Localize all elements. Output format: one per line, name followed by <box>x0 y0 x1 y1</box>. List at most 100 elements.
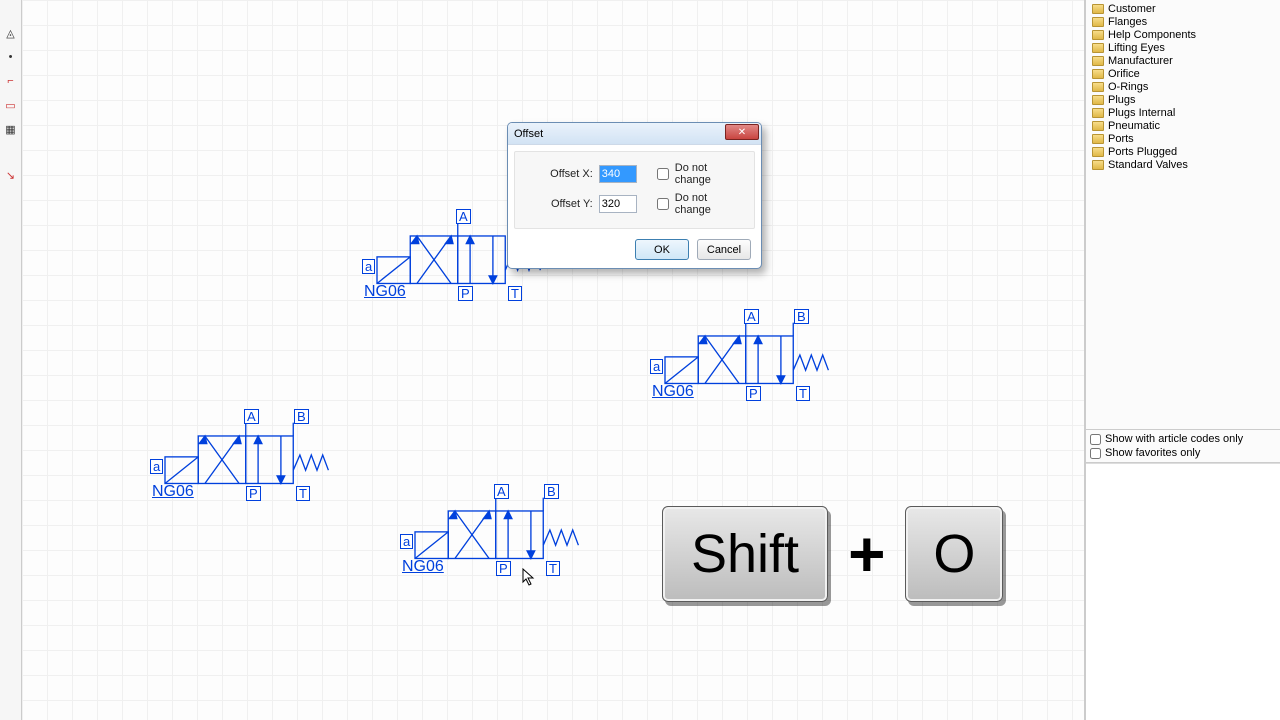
folder-icon <box>1092 95 1104 105</box>
symbol-label: a <box>150 459 163 474</box>
folder-icon <box>1092 108 1104 118</box>
tree-item-label: Pneumatic <box>1108 120 1160 132</box>
tree-item-label: Manufacturer <box>1108 55 1173 67</box>
tree-item[interactable]: Pneumatic <box>1090 119 1276 132</box>
ok-button[interactable]: OK <box>635 239 689 260</box>
symbol-label: T <box>508 286 522 301</box>
tree-item[interactable]: Flanges <box>1090 15 1276 28</box>
cancel-button[interactable]: Cancel <box>697 239 751 260</box>
folder-icon <box>1092 69 1104 79</box>
filter-favorites-label: Show favorites only <box>1105 447 1200 459</box>
symbol-label: NG06 <box>152 483 194 501</box>
symbol-label: a <box>362 259 375 274</box>
offset-x-nochange-label: Do not change <box>675 162 744 186</box>
folder-icon <box>1092 4 1104 14</box>
symbol-label: P <box>496 561 511 576</box>
filter-favorites-checkbox[interactable] <box>1090 448 1101 459</box>
dialog-title: Offset <box>514 128 543 140</box>
valve-symbol[interactable]: A Ba P T NG06 <box>146 407 336 502</box>
folder-icon <box>1092 82 1104 92</box>
tree-item[interactable]: Lifting Eyes <box>1090 41 1276 54</box>
tool-icon[interactable]: ▦ <box>3 121 19 137</box>
filter-box: Show with article codes only Show favori… <box>1086 429 1280 463</box>
symbol-label: P <box>246 486 261 501</box>
symbol-label: a <box>650 359 663 374</box>
offset-y-input[interactable] <box>599 195 637 213</box>
offset-x-label: Offset X: <box>525 168 593 180</box>
tool-icon[interactable]: ◬ <box>3 25 19 41</box>
tree-item-label: Orifice <box>1108 68 1140 80</box>
folder-icon <box>1092 56 1104 66</box>
symbol-label: P <box>458 286 473 301</box>
tree-item-label: Help Components <box>1108 29 1196 41</box>
offset-x-nochange-checkbox[interactable] <box>657 168 669 180</box>
offset-x-input[interactable] <box>599 165 637 183</box>
symbol-label: P <box>746 386 761 401</box>
offset-y-nochange-label: Do not change <box>675 192 744 216</box>
tree-item-label: Standard Valves <box>1108 159 1188 171</box>
folder-icon <box>1092 30 1104 40</box>
symbol-label: NG06 <box>364 283 406 301</box>
symbol-label: T <box>296 486 310 501</box>
tree-item[interactable]: Ports <box>1090 132 1276 145</box>
filter-article-codes-label: Show with article codes only <box>1105 433 1243 445</box>
tree-item[interactable]: Plugs <box>1090 93 1276 106</box>
library-panel: CustomerFlangesHelp ComponentsLifting Ey… <box>1085 0 1280 720</box>
tree-item[interactable]: Ports Plugged <box>1090 145 1276 158</box>
symbol-label: A <box>494 484 509 499</box>
filter-article-codes-checkbox[interactable] <box>1090 434 1101 445</box>
folder-icon <box>1092 43 1104 53</box>
preview-pane <box>1086 463 1280 720</box>
symbol-label: NG06 <box>402 558 444 576</box>
tree-item[interactable]: Orifice <box>1090 67 1276 80</box>
tree-item-label: O-Rings <box>1108 81 1148 93</box>
symbol-label: B <box>544 484 559 499</box>
offset-y-nochange-checkbox[interactable] <box>657 198 669 210</box>
folder-icon <box>1092 147 1104 157</box>
folder-icon <box>1092 17 1104 27</box>
tree-item-label: Ports Plugged <box>1108 146 1177 158</box>
folder-icon <box>1092 134 1104 144</box>
tree-item[interactable]: O-Rings <box>1090 80 1276 93</box>
tree-item[interactable]: Manufacturer <box>1090 54 1276 67</box>
tree-item-label: Flanges <box>1108 16 1147 28</box>
keycap-shift: Shift <box>662 506 828 602</box>
symbol-label: A <box>456 209 471 224</box>
tree-item[interactable]: Help Components <box>1090 28 1276 41</box>
left-toolbar: ◬ • ⌐ ▭ ▦ ↘ <box>0 0 22 720</box>
valve-symbol[interactable]: A Ba P T NG06 <box>646 307 836 402</box>
tree-item[interactable]: Plugs Internal <box>1090 106 1276 119</box>
symbol-label: a <box>400 534 413 549</box>
keycap-o: O <box>905 506 1003 602</box>
offset-dialog: Offset ✕ Offset X: Do not change Offset … <box>507 122 762 269</box>
library-tree: CustomerFlangesHelp ComponentsLifting Ey… <box>1086 0 1280 173</box>
symbol-label: B <box>294 409 309 424</box>
tree-item-label: Plugs <box>1108 94 1136 106</box>
symbol-label: NG06 <box>652 383 694 401</box>
dialog-body: Offset X: Do not change Offset Y: Do not… <box>514 151 755 229</box>
tool-icon[interactable]: ▭ <box>3 97 19 113</box>
shortcut-overlay: Shift + O <box>662 506 1003 602</box>
tree-item-label: Ports <box>1108 133 1134 145</box>
tool-icon[interactable]: ⌐ <box>3 73 19 89</box>
symbol-label: T <box>796 386 810 401</box>
tool-icon[interactable]: ↘ <box>3 167 19 183</box>
tool-icon[interactable]: • <box>3 49 19 65</box>
symbol-label: T <box>546 561 560 576</box>
tree-item-label: Lifting Eyes <box>1108 42 1165 54</box>
folder-icon <box>1092 121 1104 131</box>
tree-item-label: Customer <box>1108 3 1156 15</box>
folder-icon <box>1092 160 1104 170</box>
drawing-canvas[interactable]: Aa P T NG06 A Ba P T NG06 <box>22 0 1085 720</box>
tree-item-label: Plugs Internal <box>1108 107 1175 119</box>
plus-icon: + <box>848 517 885 591</box>
tree-item[interactable]: Standard Valves <box>1090 158 1276 171</box>
symbol-label: A <box>244 409 259 424</box>
dialog-titlebar[interactable]: Offset ✕ <box>508 123 761 145</box>
symbol-label: A <box>744 309 759 324</box>
tree-item[interactable]: Customer <box>1090 2 1276 15</box>
offset-y-label: Offset Y: <box>525 198 593 210</box>
close-icon[interactable]: ✕ <box>725 124 759 140</box>
valve-symbol[interactable]: A Ba P T NG06 <box>396 482 586 577</box>
symbol-label: B <box>794 309 809 324</box>
